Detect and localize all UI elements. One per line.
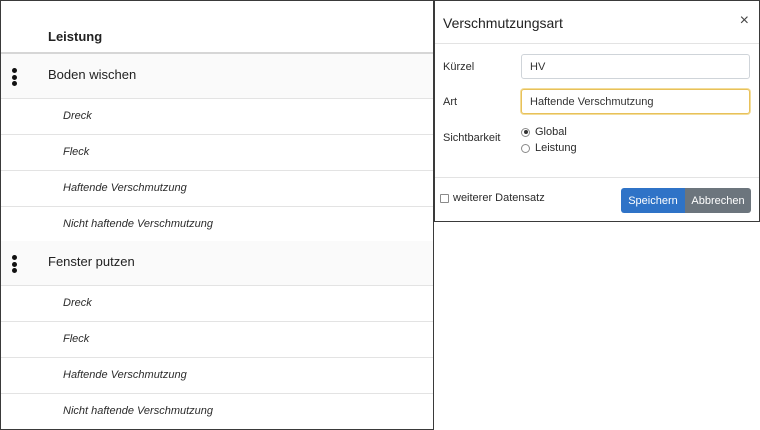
weiterer-datensatz-checkbox[interactable]: weiterer Datensatz	[440, 192, 545, 204]
kuerzel-input[interactable]	[521, 54, 750, 79]
group-label: Boden wischen	[48, 67, 137, 82]
kuerzel-label: Kürzel	[443, 61, 475, 73]
kebab-menu-icon[interactable]	[8, 255, 20, 273]
close-icon[interactable]: ×	[740, 13, 749, 29]
kebab-menu-icon[interactable]	[8, 68, 20, 86]
radio-unchecked-icon[interactable]	[521, 143, 530, 153]
radio-leistung[interactable]: Leistung	[521, 142, 577, 154]
radio-label: Global	[535, 126, 567, 138]
table-row[interactable]: Dreck	[1, 99, 433, 135]
row-label: Nicht haftende Verschmutzung	[63, 405, 214, 417]
divider	[435, 177, 759, 178]
table-row[interactable]: Dreck	[1, 286, 433, 322]
table-row[interactable]: Nicht haftende Verschmutzung	[1, 394, 433, 429]
cancel-button[interactable]: Abbrechen	[685, 188, 751, 213]
art-input[interactable]	[521, 89, 750, 114]
column-header-leistung: Leistung	[48, 29, 103, 44]
table-row[interactable]: Fleck	[1, 322, 433, 358]
radio-global[interactable]: Global	[521, 126, 567, 138]
table-row[interactable]: Haftende Verschmutzung	[1, 358, 433, 394]
row-label: Haftende Verschmutzung	[63, 369, 187, 381]
verschmutzungsart-dialog: Verschmutzungsart × Kürzel Art Sichtbark…	[434, 0, 760, 222]
checkbox-icon[interactable]	[440, 193, 449, 203]
row-label: Dreck	[63, 110, 92, 122]
divider	[435, 43, 759, 44]
radio-label: Leistung	[535, 142, 577, 154]
group-row-fenster-putzen[interactable]: Fenster putzen	[1, 241, 433, 286]
group-label: Fenster putzen	[48, 254, 135, 269]
table-header: Leistung	[1, 1, 433, 54]
row-label: Dreck	[63, 297, 92, 309]
group-row-boden-wischen[interactable]: Boden wischen	[1, 54, 433, 99]
checkbox-label: weiterer Datensatz	[453, 192, 545, 204]
radio-checked-icon[interactable]	[521, 127, 530, 137]
save-button[interactable]: Speichern	[621, 188, 685, 213]
row-label: Fleck	[63, 146, 90, 158]
art-label: Art	[443, 96, 458, 108]
table-row[interactable]: Nicht haftende Verschmutzung	[1, 207, 433, 243]
row-label: Fleck	[63, 333, 90, 345]
dialog-title: Verschmutzungsart	[443, 15, 563, 31]
table-row[interactable]: Haftende Verschmutzung	[1, 171, 433, 207]
services-table: Leistung Boden wischen Dreck Fleck Hafte…	[0, 0, 434, 430]
row-label: Haftende Verschmutzung	[63, 182, 187, 194]
table-row[interactable]: Fleck	[1, 135, 433, 171]
row-label: Nicht haftende Verschmutzung	[63, 218, 214, 230]
sichtbarkeit-label: Sichtbarkeit	[443, 132, 501, 144]
